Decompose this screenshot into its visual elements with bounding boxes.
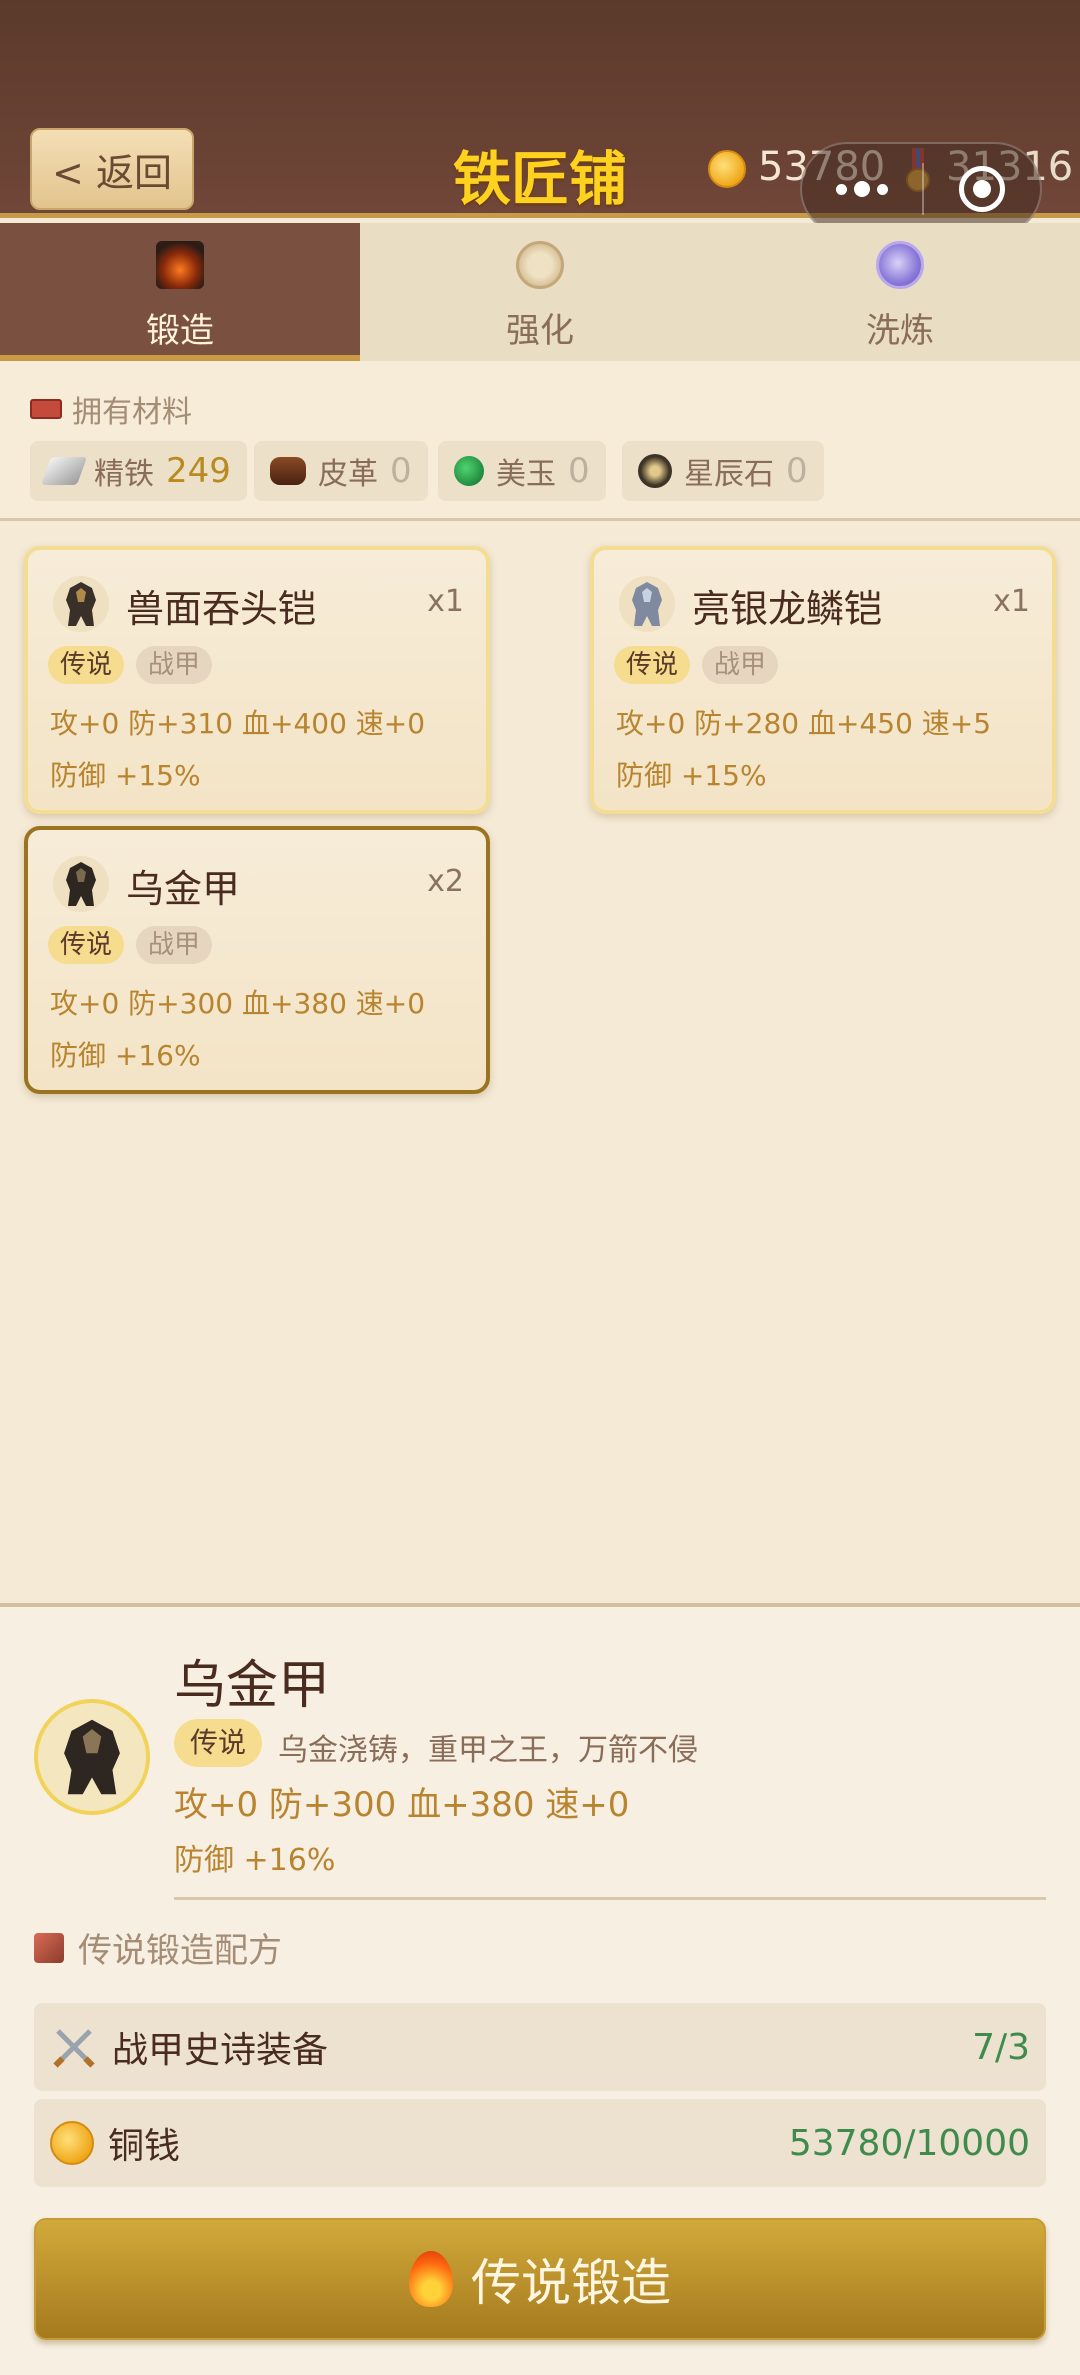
requirement-row: 战甲史诗装备 7/3 bbox=[34, 2003, 1046, 2091]
more-menu-icon[interactable] bbox=[802, 144, 922, 234]
tab-refine-label: 洗炼 bbox=[866, 311, 934, 351]
target-icon bbox=[959, 166, 1005, 212]
armor-icon bbox=[53, 856, 109, 912]
materials-panel: 拥有材料 精铁 249 皮革 0 美玉 0 星辰石 0 bbox=[0, 361, 1080, 521]
material-count: 0 bbox=[390, 451, 412, 491]
equipment-count: x2 bbox=[427, 864, 464, 899]
material-count: 0 bbox=[786, 451, 808, 491]
type-tag: 战甲 bbox=[702, 646, 779, 684]
mini-program-capsule bbox=[800, 142, 1042, 236]
rarity-tag: 传说 bbox=[48, 926, 125, 964]
forge-button-body: 传说锻造 bbox=[34, 2218, 1046, 2340]
leather-icon bbox=[270, 457, 306, 485]
page-title: 铁匠铺 bbox=[452, 145, 627, 213]
brick-icon bbox=[30, 399, 62, 419]
requirement-label: 铜钱 bbox=[108, 2126, 181, 2167]
star-stone-icon bbox=[638, 454, 672, 488]
equipment-bonus: 防御 +16% bbox=[50, 1039, 201, 1072]
equipment-count: x1 bbox=[993, 584, 1030, 619]
equipment-count: x1 bbox=[427, 584, 464, 619]
header-bar: < 返回 铁匠铺 53780 31316 bbox=[0, 0, 1080, 236]
tab-refine[interactable]: 洗炼 bbox=[720, 223, 1080, 361]
requirement-row: 铜钱 53780/10000 bbox=[34, 2099, 1046, 2187]
requirement-value: 7/3 bbox=[972, 2026, 1030, 2068]
jade-icon bbox=[454, 456, 484, 486]
material-chip-leather: 皮革 0 bbox=[254, 441, 428, 501]
tab-forge-label: 锻造 bbox=[146, 311, 214, 351]
recipe-title-label: 传说锻造配方 bbox=[78, 1931, 282, 1971]
material-count: 0 bbox=[568, 451, 590, 491]
equipment-card-selected[interactable]: 乌金甲 x2 传说 战甲 攻+0 防+300 血+380 速+0 防御 +16% bbox=[24, 826, 490, 1094]
material-count: 249 bbox=[166, 451, 231, 491]
equipment-card[interactable]: 亮银龙鳞铠 x1 传说 战甲 攻+0 防+280 血+450 速+5 防御 +1… bbox=[590, 546, 1056, 814]
back-button[interactable]: < 返回 bbox=[30, 128, 194, 210]
type-tag: 战甲 bbox=[136, 646, 213, 684]
divider bbox=[174, 1897, 1046, 1900]
material-chip-star-stone: 星辰石 0 bbox=[622, 441, 824, 501]
equipment-stats: 攻+0 防+310 血+400 速+0 bbox=[50, 707, 426, 740]
type-tag: 战甲 bbox=[136, 926, 213, 964]
tab-enhance[interactable]: 强化 bbox=[360, 223, 720, 361]
equipment-stats: 攻+0 防+280 血+450 速+5 bbox=[616, 707, 992, 740]
detail-description: 乌金浇铸，重甲之王，万箭不侵 bbox=[278, 1733, 698, 1768]
forge-button-label: 传说锻造 bbox=[471, 2254, 671, 2312]
materials-title-label: 拥有材料 bbox=[72, 395, 192, 430]
armor-icon bbox=[619, 576, 675, 632]
enhance-icon bbox=[516, 241, 564, 289]
material-chip-iron: 精铁 249 bbox=[30, 441, 247, 501]
equipment-name: 兽面吞头铠 bbox=[126, 587, 317, 631]
package-icon bbox=[34, 1932, 64, 1963]
equipment-name: 乌金甲 bbox=[126, 867, 241, 911]
material-chip-jade: 美玉 0 bbox=[438, 441, 606, 501]
equipment-stats: 攻+0 防+300 血+380 速+0 bbox=[50, 987, 426, 1020]
tab-forge[interactable]: 锻造 bbox=[0, 223, 360, 361]
rarity-tag: 传说 bbox=[614, 646, 691, 684]
material-name: 皮革 bbox=[318, 457, 378, 492]
detail-stats: 攻+0 防+300 血+380 速+0 bbox=[174, 1785, 630, 1825]
recipe-title: 传说锻造配方 bbox=[34, 1923, 282, 1972]
close-mini-program-button[interactable] bbox=[924, 166, 1040, 212]
equipment-name: 亮银龙鳞铠 bbox=[692, 587, 883, 631]
iron-ingot-icon bbox=[40, 457, 88, 485]
armor-icon bbox=[34, 1699, 150, 1815]
material-name: 精铁 bbox=[94, 457, 154, 492]
crossed-swords-icon bbox=[53, 2029, 95, 2068]
armor-icon bbox=[53, 576, 109, 632]
equipment-bonus: 防御 +15% bbox=[50, 759, 201, 792]
refine-icon bbox=[876, 241, 924, 289]
tab-enhance-label: 强化 bbox=[506, 311, 574, 351]
requirement-label: 战甲史诗装备 bbox=[112, 2030, 329, 2071]
flame-icon bbox=[409, 2251, 453, 2307]
detail-bonus: 防御 +16% bbox=[174, 1843, 336, 1878]
requirement-value: 53780/10000 bbox=[788, 2122, 1030, 2164]
coin-icon bbox=[50, 2121, 94, 2165]
detail-name: 乌金甲 bbox=[174, 1656, 331, 1716]
detail-rarity-tag: 传说 bbox=[174, 1719, 263, 1767]
forge-icon bbox=[156, 241, 204, 289]
rarity-tag: 传说 bbox=[48, 646, 125, 684]
equipment-bonus: 防御 +15% bbox=[616, 759, 767, 792]
coin-icon bbox=[708, 150, 746, 188]
legendary-forge-button[interactable]: 传说锻造 bbox=[34, 2218, 1046, 2340]
equipment-card[interactable]: 兽面吞头铠 x1 传说 战甲 攻+0 防+310 血+400 速+0 防御 +1… bbox=[24, 546, 490, 814]
tab-bar: 锻造 强化 洗炼 bbox=[0, 223, 1080, 361]
material-name: 星辰石 bbox=[684, 457, 774, 492]
materials-title: 拥有材料 bbox=[30, 387, 192, 431]
material-name: 美玉 bbox=[496, 457, 556, 492]
